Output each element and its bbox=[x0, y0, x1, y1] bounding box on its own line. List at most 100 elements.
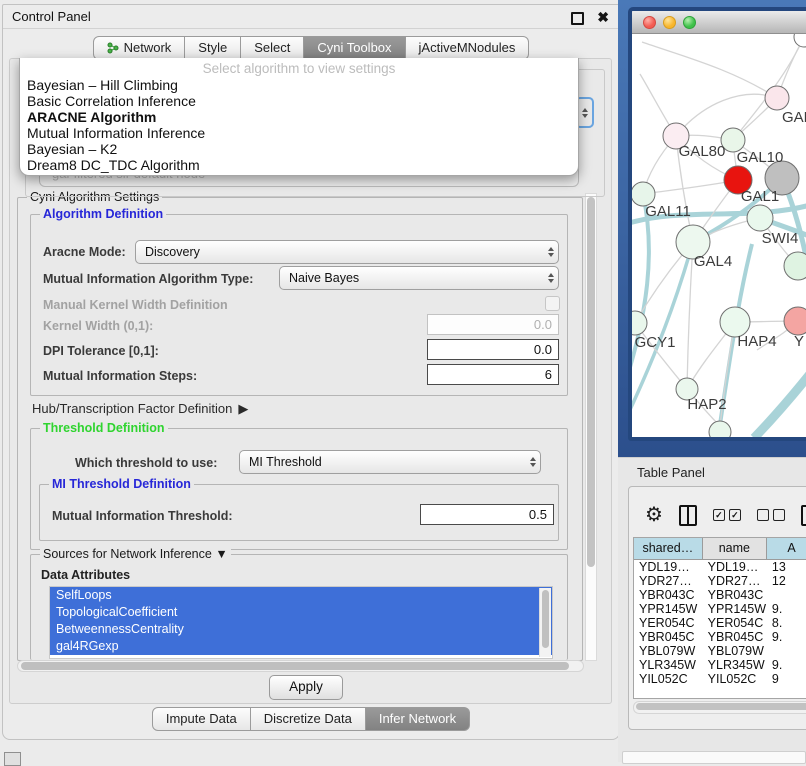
table-row[interactable]: YLR345WYLR345W9. bbox=[634, 658, 806, 672]
tab-infer-network[interactable]: Infer Network bbox=[366, 707, 470, 731]
table-row[interactable]: YDR27…YDR27…12 bbox=[634, 574, 806, 588]
network-canvas[interactable]: GAL GAL80 GAL10 GAL1 GAL11 SWI4 GAL4 GCY… bbox=[632, 34, 806, 438]
tab-select[interactable]: Select bbox=[241, 36, 304, 60]
table-row[interactable]: YBL079WYBL079W bbox=[634, 644, 806, 658]
menu-item[interactable]: Bayesian – K2 bbox=[20, 141, 578, 157]
node-label: SWI4 bbox=[762, 230, 799, 247]
mi-algorithm-type-select[interactable]: Naive Bayes bbox=[279, 266, 559, 290]
network-node[interactable] bbox=[784, 252, 806, 280]
kernel-width-input[interactable]: 0.0 bbox=[427, 314, 559, 335]
network-icon bbox=[107, 42, 119, 54]
table-row[interactable]: YBR045CYBR045C9. bbox=[634, 630, 806, 644]
node-label: HAP4 bbox=[737, 333, 776, 350]
node-label: Y bbox=[794, 333, 804, 350]
zoom-traffic-light[interactable] bbox=[683, 16, 696, 29]
list-item[interactable]: gal4RGexp bbox=[50, 638, 552, 655]
tab-impute-data[interactable]: Impute Data bbox=[152, 707, 251, 731]
kernel-width-label: Kernel Width (0,1): bbox=[43, 319, 153, 333]
list-item[interactable]: BetweennessCentrality bbox=[50, 621, 552, 638]
network-node-salmon[interactable] bbox=[784, 307, 806, 335]
tab-cyni-toolbox[interactable]: Cyni Toolbox bbox=[304, 36, 405, 60]
node-label: GAL4 bbox=[694, 253, 732, 270]
column-header-shared[interactable]: shared… bbox=[634, 538, 703, 560]
dpi-tolerance-input[interactable]: 0.0 bbox=[427, 339, 559, 360]
settings-horizontal-scrollbar[interactable] bbox=[17, 660, 584, 672]
node-table: shared… name A YDL19…YDL19…13 YDR27…YDR2… bbox=[633, 537, 806, 699]
apply-button[interactable]: Apply bbox=[269, 675, 343, 700]
document-icon[interactable] bbox=[801, 505, 806, 526]
minimize-traffic-light[interactable] bbox=[663, 16, 676, 29]
node-label: GAL1 bbox=[741, 188, 779, 205]
mi-steps-input[interactable]: 6 bbox=[427, 364, 559, 385]
restore-icon[interactable] bbox=[571, 12, 584, 25]
menu-item[interactable]: Dream8 DC_TDC Algorithm bbox=[20, 157, 578, 173]
list-item[interactable]: TopologicalCoefficient bbox=[50, 604, 552, 621]
network-view-titlebar bbox=[632, 11, 806, 34]
collapse-down-icon: ▼ bbox=[215, 547, 227, 561]
table-horizontal-scrollbar[interactable] bbox=[633, 701, 806, 714]
deselect-all-checkboxes-icon[interactable] bbox=[757, 509, 785, 521]
settings-vertical-scrollbar[interactable] bbox=[585, 193, 597, 661]
menu-item[interactable]: Basic Correlation Inference bbox=[20, 93, 578, 109]
tab-jactivemnodules[interactable]: jActiveMNodules bbox=[406, 36, 530, 60]
node-label: GCY1 bbox=[635, 334, 676, 351]
manual-kernel-checkbox[interactable] bbox=[545, 296, 560, 311]
menu-item-selected[interactable]: ARACNE Algorithm bbox=[20, 109, 578, 125]
top-tab-bar: Network Style Select Cyni Toolbox jActiv… bbox=[3, 32, 619, 60]
network-edge bbox=[642, 42, 777, 98]
gear-icon[interactable]: ⚙ bbox=[645, 504, 663, 526]
table-row[interactable]: YDL19…YDL19…13 bbox=[634, 560, 806, 574]
node-label: GAL bbox=[782, 109, 806, 126]
mi-threshold-input[interactable]: 0.5 bbox=[420, 504, 554, 525]
control-panel-title: Control Panel bbox=[12, 9, 91, 24]
hub-tf-definition-toggle[interactable]: Hub/Transcription Factor Definition▶ bbox=[32, 401, 248, 417]
mi-steps-label: Mutual Information Steps: bbox=[43, 369, 197, 383]
cyni-algorithm-settings-group: Cyni Algorithm Settings Algorithm Defini… bbox=[17, 197, 583, 661]
table-row[interactable]: YIL052CYIL052C9 bbox=[634, 672, 806, 686]
tab-discretize-data[interactable]: Discretize Data bbox=[251, 707, 366, 731]
network-node[interactable] bbox=[794, 34, 806, 47]
mi-threshold-label: Mutual Information Threshold: bbox=[52, 509, 233, 523]
table-row[interactable]: YPR145WYPR145W9. bbox=[634, 602, 806, 616]
network-node-swi4[interactable] bbox=[747, 205, 773, 231]
table-row[interactable]: YER054CYER054C8. bbox=[634, 616, 806, 630]
attributes-scrollbar[interactable] bbox=[539, 588, 551, 657]
column-header-name[interactable]: name bbox=[703, 538, 767, 560]
network-node-gal[interactable] bbox=[765, 86, 789, 110]
network-view-window: GAL GAL80 GAL10 GAL1 GAL11 SWI4 GAL4 GCY… bbox=[628, 7, 806, 441]
data-attributes-list: SelfLoops TopologicalCoefficient Between… bbox=[49, 586, 553, 659]
menu-item[interactable]: Mutual Information Inference bbox=[20, 125, 578, 141]
network-node[interactable] bbox=[709, 421, 731, 438]
stepper-icon bbox=[548, 241, 554, 263]
list-item[interactable]: SelfLoops bbox=[50, 587, 552, 604]
sources-title[interactable]: Sources for Network Inference ▼ bbox=[40, 547, 231, 562]
algorithm-definition-title: Algorithm Definition bbox=[40, 207, 166, 222]
corner-widget[interactable] bbox=[4, 752, 21, 766]
column-header-third[interactable]: A bbox=[767, 538, 806, 560]
bottom-panel-edge bbox=[622, 751, 806, 764]
network-node-gcy1[interactable] bbox=[632, 311, 647, 335]
tab-network[interactable]: Network bbox=[93, 36, 186, 60]
threshold-definition-group: Threshold Definition Which threshold to … bbox=[30, 428, 568, 550]
aracne-mode-select[interactable]: Discovery bbox=[135, 240, 559, 264]
close-traffic-light[interactable] bbox=[643, 16, 656, 29]
tab-style[interactable]: Style bbox=[185, 36, 241, 60]
stepper-up-icon bbox=[582, 108, 588, 112]
table-toolbar: ⚙ ✓✓ bbox=[629, 501, 806, 529]
close-icon[interactable]: ✖ bbox=[597, 7, 609, 27]
control-panel-titlebar: Control Panel ✖ bbox=[3, 5, 619, 29]
which-threshold-label: Which threshold to use: bbox=[75, 456, 217, 470]
node-label: GAL11 bbox=[645, 203, 691, 220]
dpi-tolerance-label: DPI Tolerance [0,1]: bbox=[43, 344, 159, 358]
network-edge bbox=[754, 369, 806, 438]
algorithm-definition-group: Algorithm Definition Aracne Mode: Discov… bbox=[30, 214, 568, 396]
stepper-down-icon bbox=[582, 114, 588, 118]
aracne-mode-label: Aracne Mode: bbox=[43, 245, 126, 259]
node-label: GAL10 bbox=[737, 149, 784, 166]
table-row[interactable]: YBR043CYBR043C bbox=[634, 588, 806, 602]
which-threshold-select[interactable]: MI Threshold bbox=[239, 450, 541, 474]
control-panel-window: Control Panel ✖ Network Style Select bbox=[2, 4, 620, 740]
menu-item[interactable]: Bayesian – Hill Climbing bbox=[20, 77, 578, 93]
columns-icon[interactable] bbox=[679, 505, 697, 526]
select-all-checkboxes-icon[interactable]: ✓✓ bbox=[713, 509, 741, 521]
